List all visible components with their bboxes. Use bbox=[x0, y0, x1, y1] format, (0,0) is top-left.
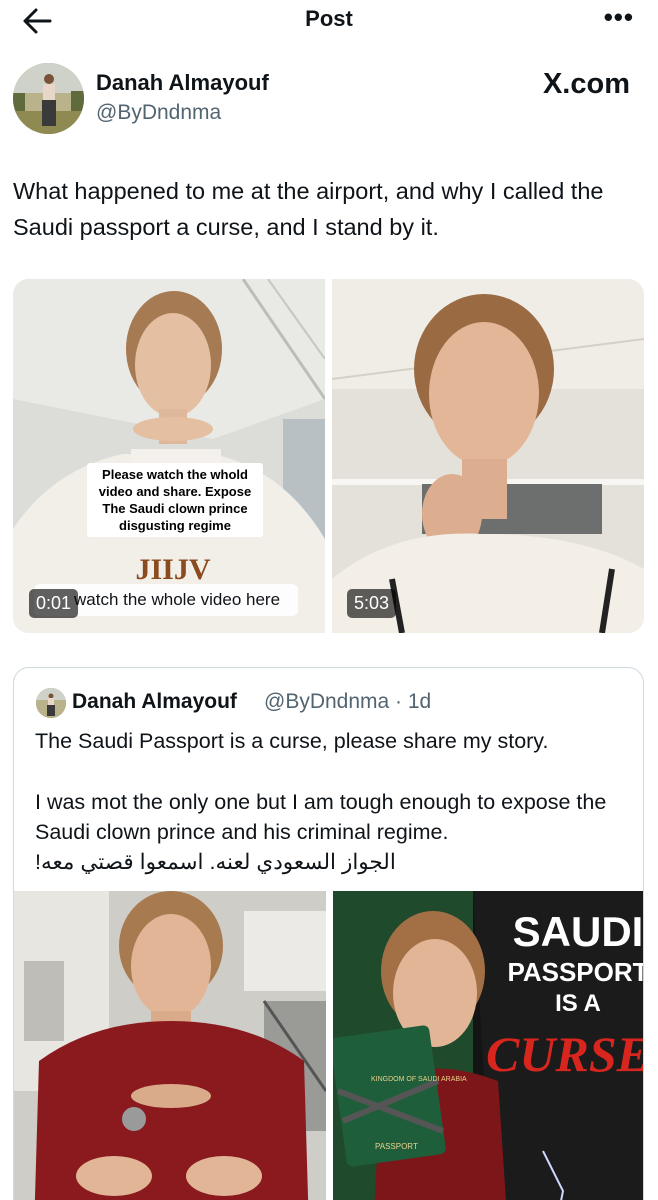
quoted-avatar[interactable] bbox=[36, 688, 66, 718]
avatar[interactable] bbox=[13, 63, 84, 134]
video-thumbnail-2[interactable] bbox=[332, 279, 644, 633]
quoted-text: The Saudi Passport is a curse, please sh… bbox=[35, 726, 635, 877]
thumb-word-passport: PASSPORT bbox=[507, 957, 644, 987]
author-name[interactable]: Danah Almayouf bbox=[96, 70, 269, 96]
video-duration-badge: 5:03 bbox=[347, 589, 397, 618]
quoted-handle-time[interactable]: @ByDndnma · 1d bbox=[264, 690, 431, 714]
passport-label-text: PASSPORT bbox=[375, 1142, 418, 1151]
quoted-author-name[interactable]: Danah Almayouf bbox=[72, 690, 237, 714]
video-duration-badge: 0:01 bbox=[29, 589, 79, 618]
more-horizontal-icon[interactable]: ••• bbox=[604, 2, 634, 33]
quoted-line-1: The Saudi Passport is a curse, please sh… bbox=[35, 729, 549, 753]
quoted-line-3: الجواز السعودي لعنه. اسمعوا قصتي معه! bbox=[35, 850, 396, 874]
quoted-video-thumbnail-2[interactable]: KINGDOM OF SAUDI ARABIA PASSPORT SAUDI P… bbox=[333, 891, 644, 1200]
passport-kingdom-text: KINGDOM OF SAUDI ARABIA bbox=[371, 1076, 467, 1083]
quoted-line-2: I was mot the only one but I am tough en… bbox=[35, 790, 607, 844]
top-bar: Post ••• bbox=[0, 0, 658, 42]
svg-text:JIIJV: JIIJV bbox=[135, 553, 210, 586]
thumb-word-is-a: IS A bbox=[555, 990, 601, 1017]
thumb-word-saudi: SAUDI bbox=[513, 908, 644, 955]
thumb-word-curse: CURSE bbox=[486, 1026, 644, 1082]
video-caption-overlay: Please watch the whold video and share. … bbox=[87, 463, 263, 537]
page-title: Post bbox=[305, 6, 353, 31]
author-handle[interactable]: @ByDndnma bbox=[96, 101, 221, 125]
site-label: X.com bbox=[542, 68, 630, 100]
tweet-text: What happened to me at the airport, and … bbox=[13, 178, 604, 240]
quoted-tweet[interactable]: Danah Almayouf @ByDndnma · 1d The Saudi … bbox=[13, 667, 644, 1200]
quoted-video-thumbnail-1[interactable] bbox=[14, 891, 326, 1200]
video-thumbnail-1[interactable]: JIIJV bbox=[13, 279, 325, 633]
